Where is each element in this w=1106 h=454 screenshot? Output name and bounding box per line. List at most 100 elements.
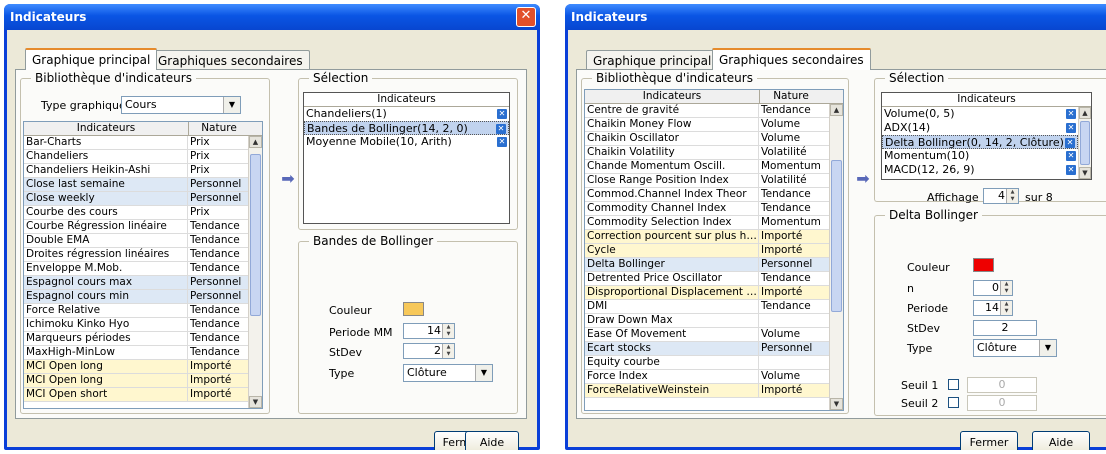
- table-row[interactable]: Commod.Channel Index Theor Tendance: [585, 188, 843, 202]
- table-row[interactable]: Espagnol cours min Personnel: [24, 290, 262, 304]
- table-row[interactable]: Ichimoku Kinko Hyo Tendance: [24, 318, 262, 332]
- aide-button[interactable]: Aide: [465, 431, 519, 450]
- table-row[interactable]: Chandeliers Prix: [24, 150, 262, 164]
- tab-graphiques-secondaires[interactable]: Graphiques secondaires: [712, 48, 871, 70]
- column-header-indicateurs[interactable]: Indicateurs: [24, 122, 189, 135]
- aide-button[interactable]: Aide: [1032, 431, 1090, 450]
- column-header-indicateurs[interactable]: Indicateurs: [585, 90, 760, 103]
- spinner-arrows-icon[interactable]: ▲ ▼: [1000, 301, 1012, 315]
- table-row[interactable]: Chaikin Volatility Volatilité: [585, 146, 843, 160]
- chevron-down-icon[interactable]: ▼: [475, 365, 492, 381]
- scroll-up-icon[interactable]: ▲: [830, 104, 843, 116]
- selection-item[interactable]: Delta Bollinger(0, 14, 2, Clôture) ✕: [882, 135, 1078, 149]
- indicator-list-scrollbar[interactable]: ▲ ▼: [829, 104, 843, 410]
- scroll-up-icon[interactable]: ▲: [249, 136, 262, 148]
- stdev-stepper[interactable]: 2 ▲ ▼: [403, 343, 455, 359]
- stdev-field[interactable]: 2: [973, 320, 1037, 336]
- table-row[interactable]: Commodity Channel Index Tendance: [585, 202, 843, 216]
- remove-icon[interactable]: ✕: [1066, 179, 1076, 180]
- table-row[interactable]: Close weekly Personnel: [24, 192, 262, 206]
- selection-item[interactable]: Chandeliers(1) ✕: [304, 107, 509, 121]
- scroll-down-icon[interactable]: ▼: [830, 398, 843, 410]
- column-header-nature[interactable]: Nature: [760, 90, 822, 103]
- table-row[interactable]: Ease Of Movement Volume: [585, 328, 843, 342]
- table-row[interactable]: Chaikin Money Flow Volume: [585, 118, 843, 132]
- table-row[interactable]: DMI Tendance: [585, 300, 843, 314]
- spinner-arrows-icon[interactable]: ▲ ▼: [442, 324, 454, 338]
- indicator-list[interactable]: Indicateurs Nature Centre de gravité Tend…: [584, 89, 844, 411]
- close-icon[interactable]: ✕: [516, 7, 536, 27]
- table-row[interactable]: Droites régression linéaires Tendance: [24, 248, 262, 262]
- scroll-down-icon[interactable]: ▼: [249, 396, 262, 408]
- selection-item[interactable]: Volume(0, 5) ✕: [882, 107, 1078, 121]
- selection-item[interactable]: Price Oscillator(5, 10) ✕: [882, 177, 1078, 180]
- table-row[interactable]: Chaikin Oscillator Volume: [585, 132, 843, 146]
- remove-icon[interactable]: ✕: [497, 137, 507, 147]
- add-indicator-arrow-icon[interactable]: ➡: [853, 171, 873, 187]
- chevron-down-icon[interactable]: ▼: [223, 97, 240, 113]
- table-row[interactable]: Marqueurs périodes Tendance: [24, 332, 262, 346]
- seuil2-checkbox[interactable]: [948, 397, 959, 408]
- scroll-thumb[interactable]: [831, 160, 842, 312]
- table-row[interactable]: MCI Open short Importé: [24, 388, 262, 402]
- table-row[interactable]: Delta Bollinger Personnel: [585, 258, 843, 272]
- table-row[interactable]: Equity courbe: [585, 356, 843, 370]
- table-row[interactable]: Double EMA Tendance: [24, 234, 262, 248]
- scroll-up-icon[interactable]: ▲: [1079, 107, 1091, 119]
- type-select[interactable]: Clôture ▼: [973, 339, 1057, 357]
- scroll-thumb[interactable]: [250, 154, 261, 316]
- table-row[interactable]: Ecart stocks Personnel: [585, 342, 843, 356]
- remove-icon[interactable]: ✕: [1066, 165, 1076, 175]
- type-graphique-select[interactable]: Cours ▼: [121, 96, 241, 114]
- table-row[interactable]: Courbe Régression linéaire Tendance: [24, 220, 262, 234]
- spinner-arrows-icon[interactable]: ▲ ▼: [1000, 281, 1012, 295]
- table-row[interactable]: Force Relative Tendance: [24, 304, 262, 318]
- tab-graphique-principal[interactable]: Graphique principal: [25, 48, 158, 70]
- spinner-arrows-icon[interactable]: ▲ ▼: [1006, 189, 1018, 203]
- n-stepper[interactable]: 0 ▲ ▼: [973, 280, 1013, 296]
- scroll-thumb[interactable]: [1080, 121, 1090, 165]
- table-row[interactable]: Cycle Importé: [585, 244, 843, 258]
- spinner-arrows-icon[interactable]: ▲ ▼: [442, 344, 454, 358]
- table-row[interactable]: Commodity Selection Index Momentum: [585, 216, 843, 230]
- remove-icon[interactable]: ✕: [1066, 123, 1076, 133]
- table-row[interactable]: Detrented Price Oscillator Tendance: [585, 272, 843, 286]
- seuil2-field[interactable]: 0: [967, 395, 1037, 411]
- add-indicator-arrow-icon[interactable]: ➡: [278, 171, 298, 187]
- selection-list[interactable]: Indicateurs Volume(0, 5) ✕ ADX(14) ✕ Delta B…: [881, 92, 1092, 180]
- selection-item[interactable]: Moyenne Mobile(10, Arith) ✕: [304, 135, 509, 149]
- selection-scrollbar[interactable]: ▲ ▼: [1078, 107, 1091, 179]
- tab-graphique-principal[interactable]: Graphique principal: [586, 50, 719, 70]
- periode-stepper[interactable]: 14 ▲ ▼: [973, 300, 1013, 316]
- remove-icon[interactable]: ✕: [1066, 151, 1076, 161]
- seuil1-field[interactable]: 0: [967, 377, 1037, 393]
- table-row[interactable]: Correction pourcent sur plus haut ... Imp…: [585, 230, 843, 244]
- couleur-swatch[interactable]: [403, 302, 424, 316]
- type-select[interactable]: Clôture ▼: [403, 364, 493, 382]
- affichage-stepper[interactable]: 4 ▲ ▼: [983, 188, 1019, 204]
- selection-item[interactable]: ADX(14) ✕: [882, 121, 1078, 135]
- selection-item[interactable]: Bandes de Bollinger(14, 2, 0) ✕: [304, 121, 509, 135]
- table-row[interactable]: Courbe des cours Prix: [24, 206, 262, 220]
- table-row[interactable]: Chande Momentum Oscill. Momentum: [585, 160, 843, 174]
- selection-item[interactable]: Momentum(10) ✕: [882, 149, 1078, 163]
- table-row[interactable]: Disproportional Displacement Sig... Impor…: [585, 286, 843, 300]
- table-row[interactable]: Bar-Charts Prix: [24, 136, 262, 150]
- table-row[interactable]: MCI Open long Importé: [24, 374, 262, 388]
- seuil1-checkbox[interactable]: [948, 379, 959, 390]
- table-row[interactable]: Force Index Volume: [585, 370, 843, 384]
- selection-list[interactable]: Indicateurs Chandeliers(1) ✕ Bandes de Bol…: [303, 92, 510, 224]
- table-row[interactable]: Espagnol cours max Personnel: [24, 276, 262, 290]
- table-row[interactable]: Chandeliers Heikin-Ashi Prix: [24, 164, 262, 178]
- indicator-list[interactable]: Indicateurs Nature Bar-Charts Prix Chandel…: [23, 121, 263, 409]
- chevron-down-icon[interactable]: ▼: [1039, 340, 1056, 356]
- table-row[interactable]: MaxHigh-MinLow Tendance: [24, 346, 262, 360]
- indicator-list-scrollbar[interactable]: ▲ ▼: [248, 136, 262, 408]
- table-row[interactable]: Centre de gravité Tendance: [585, 104, 843, 118]
- table-row[interactable]: MCI Open long Importé: [24, 360, 262, 374]
- fermer-button[interactable]: Fermer: [960, 431, 1018, 450]
- table-row[interactable]: Draw Down Max: [585, 314, 843, 328]
- right-title-bar[interactable]: Indicateurs: [565, 4, 1106, 30]
- column-header-nature[interactable]: Nature: [189, 122, 249, 135]
- couleur-swatch[interactable]: [973, 258, 994, 272]
